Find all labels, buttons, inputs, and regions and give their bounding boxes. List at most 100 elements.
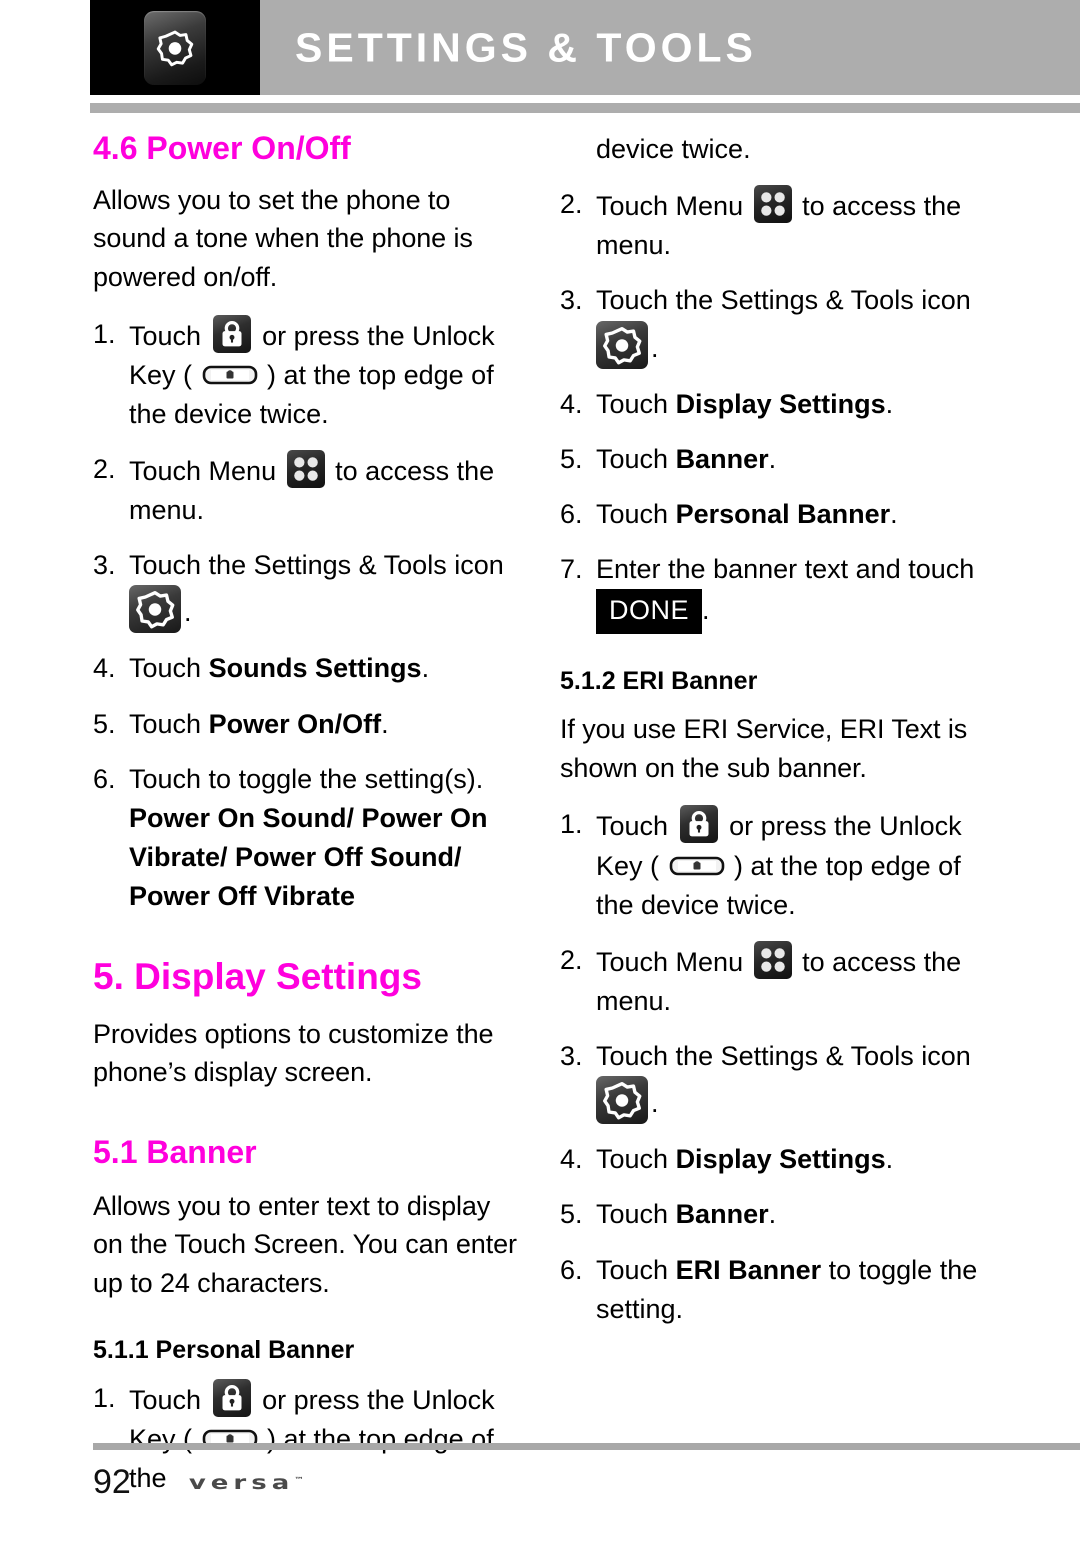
step-text: Touch Menu to access the menu. xyxy=(129,450,523,530)
step-number: 1. xyxy=(560,809,583,840)
step-text-pre: Touch xyxy=(129,1384,209,1415)
step-text-pre: Touch the Settings & Tools icon xyxy=(596,285,971,316)
step-number: 4. xyxy=(560,1144,583,1175)
step-text-pre: Touch xyxy=(596,811,676,842)
step-text-post: . xyxy=(651,1088,659,1119)
unlock-key-icon xyxy=(202,362,258,388)
header-icon-container xyxy=(90,0,260,95)
versa-logo: versa™ xyxy=(189,1472,304,1494)
versa-wordmark: versa xyxy=(188,1471,295,1494)
step-item: 1. Touch or press the Unlock Key ( ) at … xyxy=(560,805,990,924)
step-text: Touch the Settings & Tools icon . xyxy=(129,546,523,634)
step-text-pre: Touch the Settings & Tools icon xyxy=(129,550,504,581)
step-number: 6. xyxy=(560,1254,583,1285)
menu-icon xyxy=(753,185,792,224)
step-text: Touch Power On/Off. xyxy=(129,705,523,744)
page-footer: 92 versa™ xyxy=(93,1463,693,1502)
intro-4-6: Allows you to set the phone to sound a t… xyxy=(93,184,473,293)
page-title: SETTINGS & TOOLS xyxy=(295,24,757,70)
step-number: 6. xyxy=(560,498,583,529)
gear-icon xyxy=(596,1076,648,1125)
step-text-pre: Touch xyxy=(596,1144,676,1175)
step-item: 4. Touch Display Settings. xyxy=(560,385,990,424)
step-item: 4. Touch Display Settings. xyxy=(560,1140,990,1179)
step-text-post: . xyxy=(421,653,430,684)
step-number: 2. xyxy=(560,944,583,975)
heading-5-display-settings: 5. Display Settings xyxy=(93,956,422,998)
step-text-pre: Touch xyxy=(596,443,676,474)
step-item: 4. Touch Sounds Settings. xyxy=(93,649,523,688)
step-text-bold: Banner xyxy=(675,443,769,474)
step-number: 5. xyxy=(93,708,116,739)
step-number: 1. xyxy=(93,318,116,349)
step-text: Touch Menu to access the menu. xyxy=(596,185,990,265)
done-button[interactable]: DONE xyxy=(596,589,703,635)
step-text-bold: Display Settings xyxy=(675,1144,886,1175)
step-item: 3. Touch the Settings & Tools icon . xyxy=(560,1037,990,1125)
step-item: 3. Touch the Settings & Tools icon . xyxy=(560,281,990,369)
step-text-pre: Touch Menu xyxy=(596,191,751,222)
step-text-bold: Power On Sound/ Power On Vibrate/ Power … xyxy=(129,802,488,912)
step-text: Touch ERI Banner to toggle the setting. xyxy=(596,1251,990,1329)
step-number: 3. xyxy=(93,550,116,581)
step-number: 5. xyxy=(560,1199,583,1230)
lock-icon xyxy=(212,314,251,353)
lock-icon xyxy=(679,805,718,844)
step-text: Touch Display Settings. xyxy=(596,385,990,424)
step-number: 2. xyxy=(93,454,116,485)
step-text-pre: Touch to toggle the setting(s). xyxy=(129,763,484,794)
step-text: Touch to toggle the setting(s). Power On … xyxy=(129,760,523,917)
step-text-pre: Touch the Settings & Tools icon xyxy=(596,1041,971,1072)
step-text-pre: Touch xyxy=(596,388,676,419)
step-text-post: . xyxy=(885,388,894,419)
step-item: 3. Touch the Settings & Tools icon . xyxy=(93,546,523,634)
step-text-pre: Touch Menu xyxy=(596,946,751,977)
step-number: 4. xyxy=(93,653,116,684)
step-text-post: . xyxy=(768,1199,777,1230)
step-item: 2. Touch Menu to access the menu. xyxy=(93,450,523,530)
step-number: 3. xyxy=(560,1041,583,1072)
step-number: 7. xyxy=(560,553,583,584)
step-text: Touch Personal Banner. xyxy=(596,495,990,534)
menu-icon xyxy=(753,940,792,979)
step-text-post: . xyxy=(890,498,898,529)
step-text-post: . xyxy=(702,595,710,626)
step-text-pre: Enter the banner text and touch xyxy=(596,553,975,584)
step-text-pre: Touch xyxy=(129,653,209,684)
step-text: Touch Menu to access the menu. xyxy=(596,940,990,1021)
intro-5-1-2: If you use ERI Service, ERI Text is show… xyxy=(560,714,968,783)
step-text-bold: Sounds Settings xyxy=(208,653,422,684)
heading-4-6-power-on-off: 4.6 Power On/Off xyxy=(93,130,351,166)
menu-icon xyxy=(286,450,325,489)
step-continuation: device twice. xyxy=(560,130,990,169)
step-item: 7. Enter the banner text and touch DONE. xyxy=(560,550,990,635)
left-column: 4.6 Power On/Off Allows you to set the p… xyxy=(93,130,523,1514)
step-item: 2. Touch Menu to access the menu. xyxy=(560,185,990,265)
step-text: Touch Display Settings. xyxy=(596,1140,990,1179)
intro-5-1: Allows you to enter text to display on t… xyxy=(93,1190,517,1299)
step-text: Enter the banner text and touch DONE. xyxy=(596,550,990,635)
heading-5-1-banner: 5.1 Banner xyxy=(93,1134,257,1171)
step-text-pre: Touch xyxy=(129,320,209,351)
step-text-pre: Touch xyxy=(596,498,676,529)
step-number: 4. xyxy=(560,388,583,419)
step-text-pre: Touch xyxy=(596,1254,676,1285)
step-text: Touch or press the Unlock Key ( ) at the… xyxy=(129,314,523,434)
step-text-post: . xyxy=(768,443,777,474)
step-number-placeholder xyxy=(560,130,596,169)
step-number: 3. xyxy=(560,285,583,316)
right-column: device twice. 2. Touch Menu to access th… xyxy=(560,130,990,1345)
gear-icon xyxy=(129,585,181,634)
step-item: 2. Touch Menu to access the menu. xyxy=(560,940,990,1021)
step-text-post: . xyxy=(885,1144,894,1175)
step-item: 5. Touch Banner. xyxy=(560,1195,990,1234)
footer-divider xyxy=(93,1443,1080,1450)
gear-icon xyxy=(596,320,648,369)
page-header: SETTINGS & TOOLS xyxy=(90,0,1080,95)
step-text-bold: Power On/Off xyxy=(208,708,382,739)
step-text: Touch Sounds Settings. xyxy=(129,649,523,688)
step-text-post: . xyxy=(651,332,659,363)
header-divider xyxy=(90,103,1080,113)
lock-icon xyxy=(212,1378,251,1417)
trademark-symbol: ™ xyxy=(294,1475,305,1484)
